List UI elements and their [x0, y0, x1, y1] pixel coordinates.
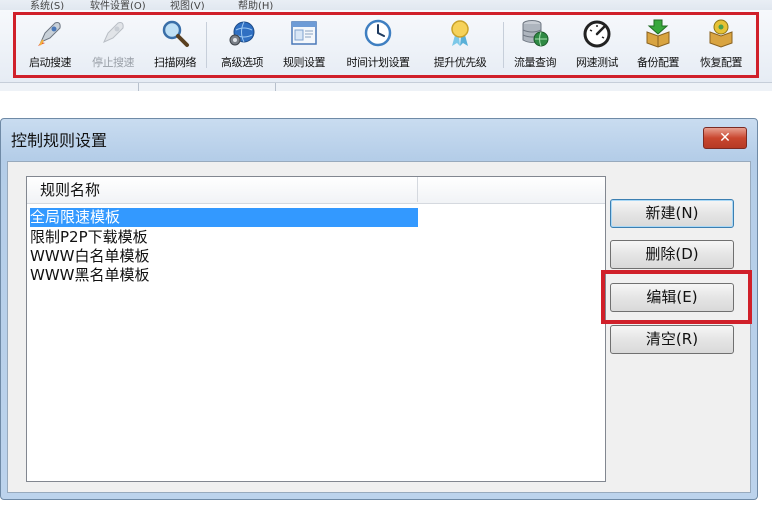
- column-header-rule-name[interactable]: 规则名称: [27, 177, 418, 202]
- list-item[interactable]: WWW黑名单模板: [30, 266, 418, 285]
- clear-button[interactable]: 清空(R): [610, 325, 734, 354]
- toolbar-highlight-frame: [13, 12, 759, 78]
- list-header: 规则名称: [27, 177, 605, 204]
- tab-item[interactable]: [0, 83, 139, 91]
- delete-button[interactable]: 删除(D): [610, 240, 734, 269]
- tab-item[interactable]: [139, 83, 276, 91]
- list-item[interactable]: 全局限速模板: [30, 208, 418, 227]
- tab-strip: [0, 82, 772, 91]
- list-item[interactable]: 限制P2P下载模板: [30, 228, 418, 247]
- close-icon: ✕: [719, 130, 731, 146]
- close-button[interactable]: ✕: [703, 127, 747, 149]
- rules-list[interactable]: 规则名称 全局限速模板 限制P2P下载模板 WWW白名单模板 WWW黑名单模板: [26, 176, 606, 482]
- list-item[interactable]: WWW白名单模板: [30, 247, 418, 266]
- new-button[interactable]: 新建(N): [610, 199, 734, 228]
- edit-highlight-frame: [601, 270, 752, 324]
- dialog-title: 控制规则设置: [11, 131, 108, 150]
